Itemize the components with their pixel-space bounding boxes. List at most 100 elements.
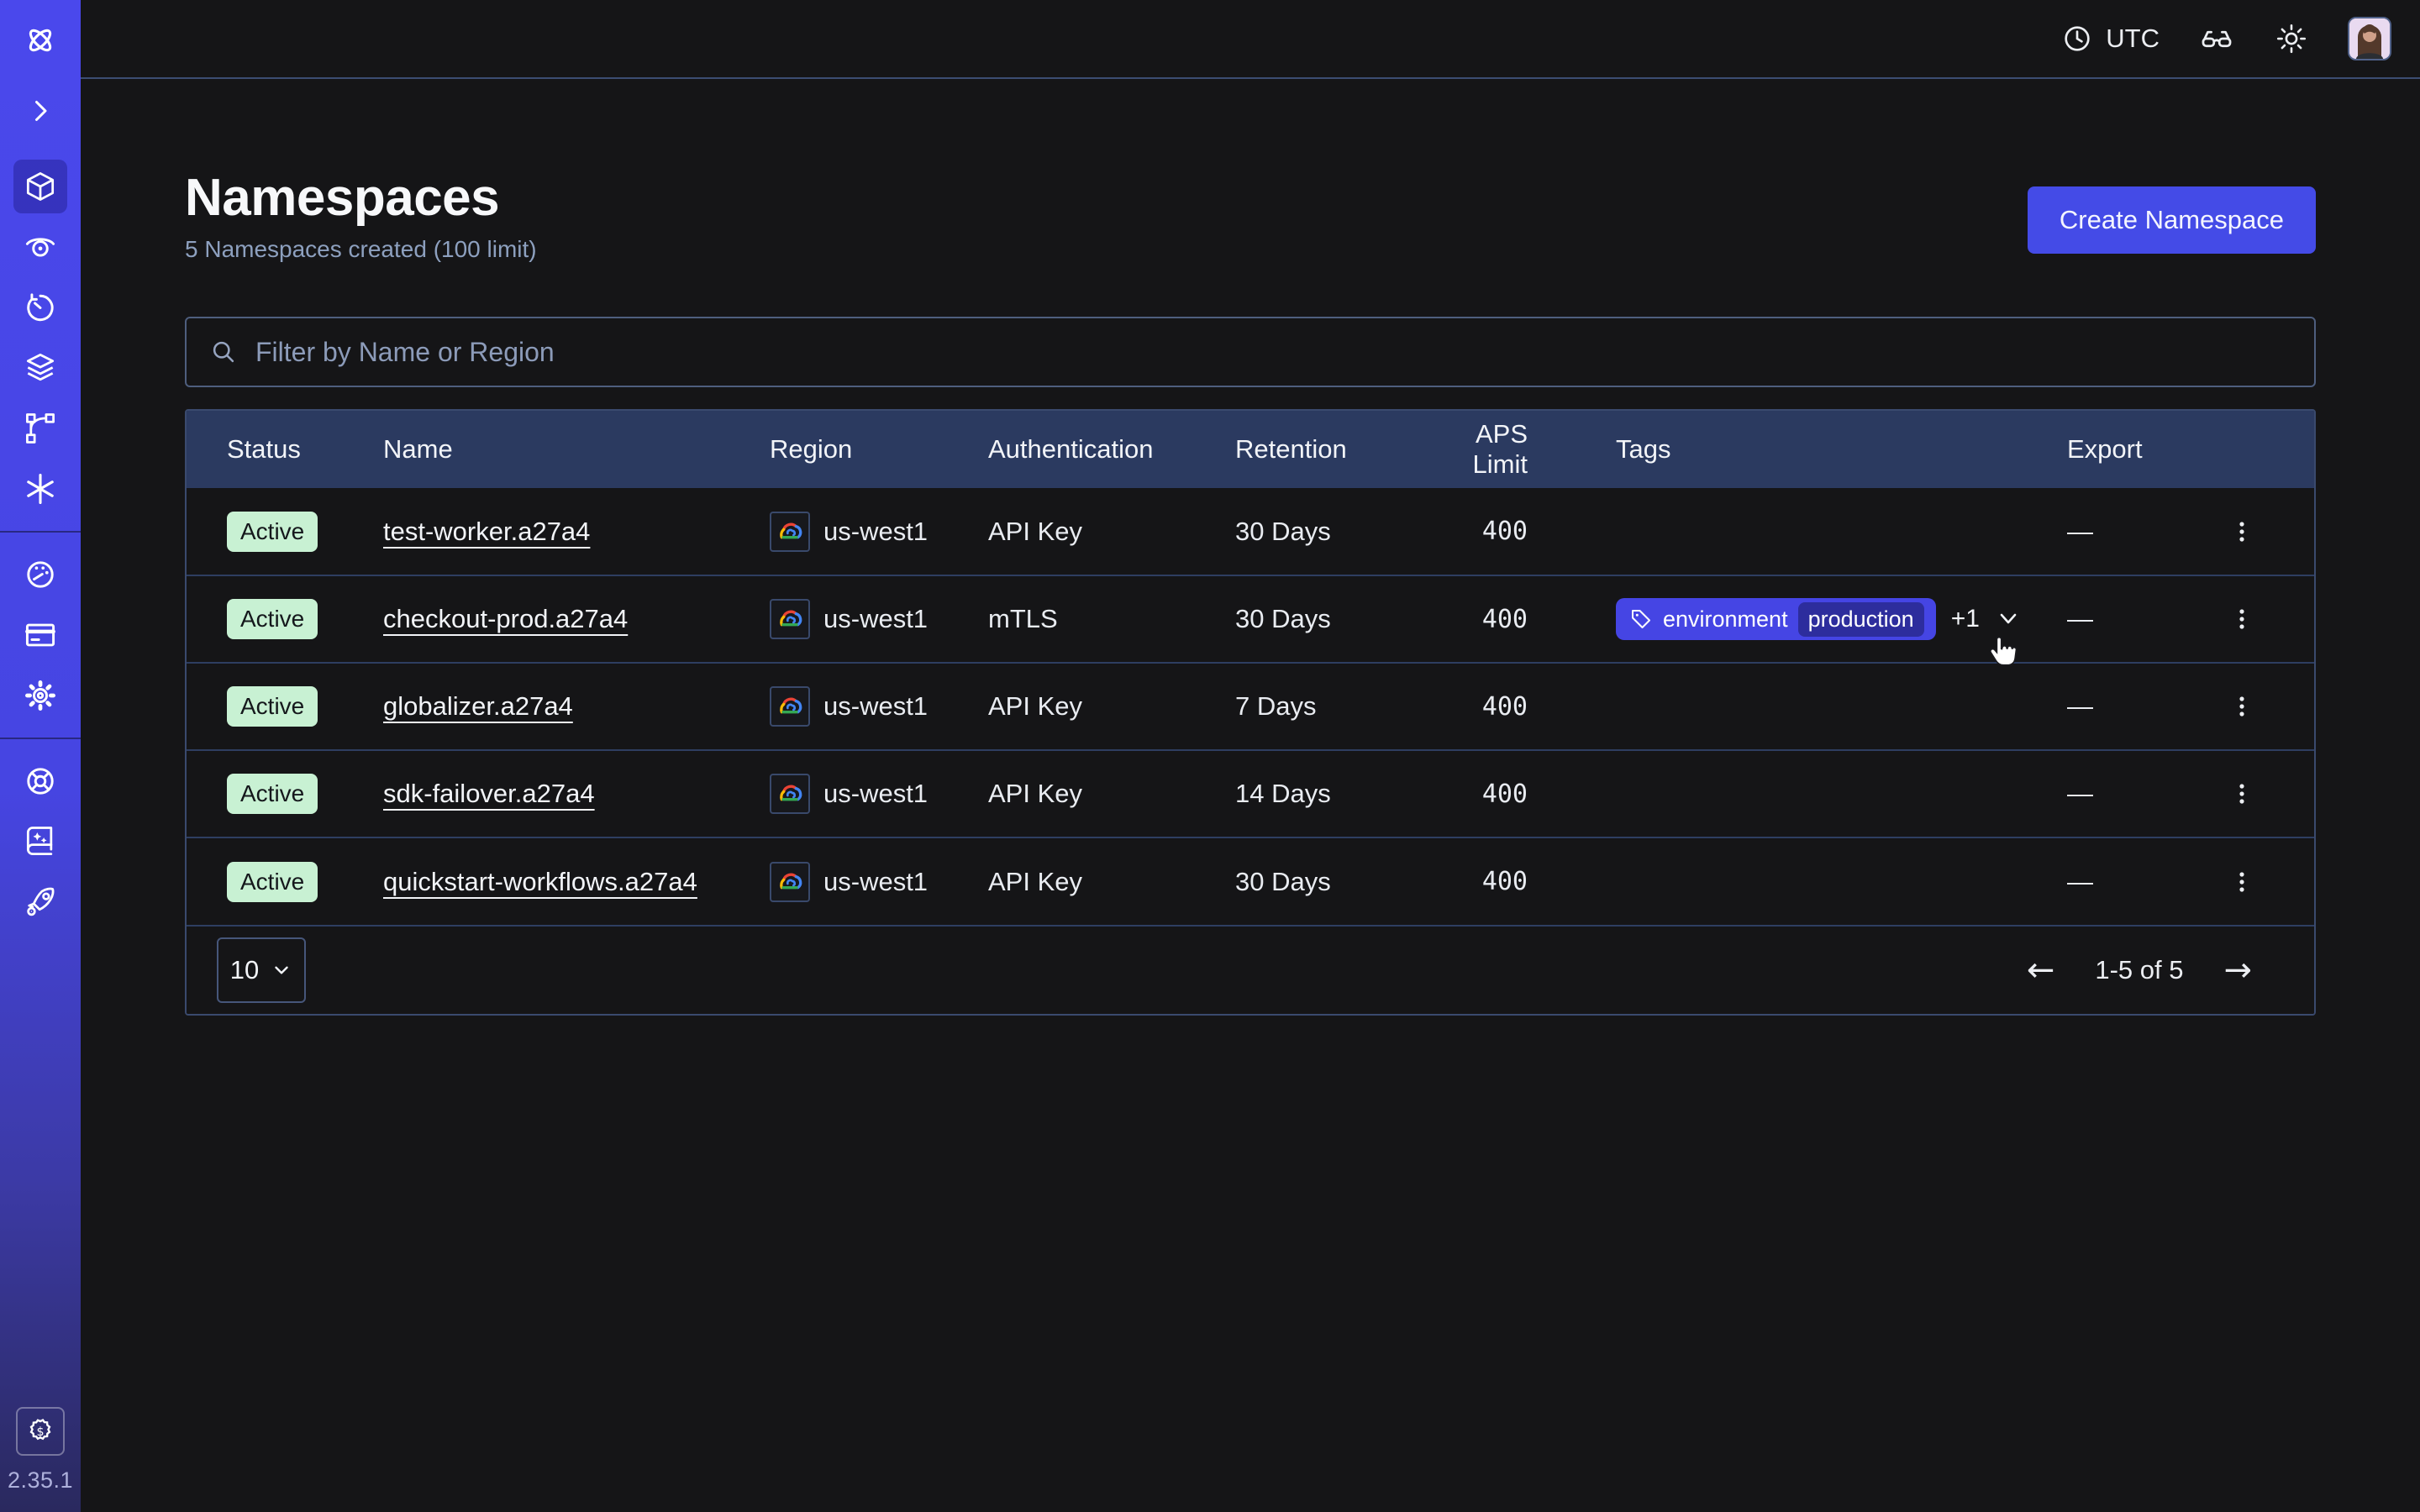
create-namespace-button[interactable]: Create Namespace bbox=[2028, 186, 2316, 254]
export-value: — bbox=[2067, 779, 2093, 808]
sidebar-item-workflows[interactable] bbox=[0, 398, 81, 459]
kebab-icon bbox=[2229, 519, 2254, 544]
region-label: us-west1 bbox=[823, 604, 928, 634]
gcp-logo-icon bbox=[770, 512, 810, 552]
aps-limit-cell: 400 bbox=[1418, 663, 1536, 750]
column-name: Name bbox=[373, 411, 760, 488]
tag-value: production bbox=[1798, 602, 1924, 637]
temporal-logo-icon[interactable] bbox=[0, 0, 81, 81]
credits-button[interactable]: $ bbox=[16, 1407, 65, 1456]
row-menu-button[interactable] bbox=[2221, 511, 2263, 553]
clock-icon bbox=[2060, 22, 2094, 55]
table-row: Active checkout-prod.a27a4 us-west1 mT bbox=[187, 575, 2316, 663]
dollar-badge-icon: $ bbox=[25, 1416, 55, 1446]
page-size-select[interactable]: 10 bbox=[217, 937, 306, 1003]
asterisk-icon bbox=[22, 470, 59, 507]
credit-card-icon bbox=[22, 617, 59, 654]
table-row: Active globalizer.a27a4 us-west1 API K bbox=[187, 663, 2316, 750]
export-value: — bbox=[2067, 691, 2093, 721]
sidebar-item-usage[interactable] bbox=[0, 544, 81, 605]
namespace-link[interactable]: sdk-failover.a27a4 bbox=[383, 779, 595, 808]
export-cell: — bbox=[2057, 663, 2166, 750]
page-header: Namespaces 5 Namespaces created (100 lim… bbox=[185, 168, 2316, 263]
sidebar-item-docs[interactable] bbox=[0, 811, 81, 872]
column-retention: Retention bbox=[1225, 411, 1418, 488]
tag-chip[interactable]: environment production bbox=[1616, 598, 1936, 640]
theme-toggle-button[interactable] bbox=[2274, 21, 2309, 56]
sidebar-item-schedules[interactable] bbox=[0, 277, 81, 338]
status-badge: Active bbox=[227, 512, 318, 552]
page-range: 1-5 of 5 bbox=[2095, 955, 2183, 985]
lifebuoy-icon bbox=[22, 763, 59, 800]
kebab-icon bbox=[2229, 869, 2254, 895]
export-cell: — bbox=[2057, 837, 2166, 925]
region-label: us-west1 bbox=[823, 691, 928, 722]
row-menu-button[interactable] bbox=[2221, 861, 2263, 903]
aps-limit-cell: 400 bbox=[1418, 575, 1536, 663]
region-label: us-west1 bbox=[823, 517, 928, 547]
retention-cell: 14 Days bbox=[1225, 750, 1418, 837]
sidebar-item-settings[interactable] bbox=[0, 665, 81, 726]
timezone-selector[interactable]: UTC bbox=[2060, 22, 2160, 55]
retention-cell: 30 Days bbox=[1225, 488, 1418, 575]
export-cell: — bbox=[2057, 488, 2166, 575]
table-row: Active sdk-failover.a27a4 us-west1 API bbox=[187, 750, 2316, 837]
auth-cell: API Key bbox=[978, 750, 1225, 837]
sun-icon bbox=[2274, 21, 2309, 56]
gcp-logo-icon bbox=[770, 862, 810, 902]
prev-page-button[interactable]: ← bbox=[2027, 953, 2055, 987]
layers-icon bbox=[22, 349, 59, 386]
sidebar-item-support[interactable] bbox=[0, 751, 81, 811]
book-sparkle-icon bbox=[22, 823, 59, 860]
namespace-link[interactable]: test-worker.a27a4 bbox=[383, 517, 590, 546]
column-tags: Tags bbox=[1536, 411, 2057, 488]
sidebar-item-insights[interactable] bbox=[0, 217, 81, 277]
sidebar-item-billing[interactable] bbox=[0, 605, 81, 665]
expand-sidebar-button[interactable] bbox=[0, 81, 81, 141]
status-badge: Active bbox=[227, 599, 318, 639]
next-page-button[interactable]: → bbox=[2223, 953, 2252, 987]
tags-expand-button[interactable] bbox=[1995, 606, 2022, 633]
kebab-icon bbox=[2229, 781, 2254, 806]
pagination: ← 1-5 of 5 → bbox=[2027, 953, 2252, 987]
avatar[interactable] bbox=[2348, 17, 2391, 60]
active-highlight bbox=[13, 160, 67, 213]
rocket-icon bbox=[22, 884, 59, 921]
filter-input[interactable] bbox=[255, 337, 2292, 368]
status-badge: Active bbox=[227, 686, 318, 727]
feedback-button[interactable] bbox=[2198, 20, 2235, 57]
row-menu-button[interactable] bbox=[2221, 598, 2263, 640]
topbar: UTC bbox=[81, 0, 2420, 79]
gcp-logo-icon bbox=[770, 599, 810, 639]
table-row: Active test-worker.a27a4 us-west1 API bbox=[187, 488, 2316, 575]
column-status: Status bbox=[187, 411, 373, 488]
cube-icon bbox=[22, 168, 59, 205]
sidebar-item-deployments[interactable] bbox=[0, 338, 81, 398]
row-menu-button[interactable] bbox=[2221, 685, 2263, 727]
aps-limit-cell: 400 bbox=[1418, 837, 1536, 925]
sidebar-item-namespaces[interactable] bbox=[0, 156, 81, 217]
namespace-link[interactable]: quickstart-workflows.a27a4 bbox=[383, 867, 697, 896]
namespace-link[interactable]: checkout-prod.a27a4 bbox=[383, 604, 628, 633]
sidebar-item-batch[interactable] bbox=[0, 459, 81, 519]
gcp-logo-icon bbox=[770, 774, 810, 814]
kebab-icon bbox=[2229, 694, 2254, 719]
aps-limit-cell: 400 bbox=[1418, 488, 1536, 575]
row-menu-button[interactable] bbox=[2221, 773, 2263, 815]
page-title: Namespaces bbox=[185, 168, 537, 228]
search-icon bbox=[208, 337, 239, 367]
column-export: Export bbox=[2057, 411, 2166, 488]
page-size-value: 10 bbox=[230, 955, 259, 985]
export-cell: — bbox=[2057, 750, 2166, 837]
gcp-logo-icon bbox=[770, 686, 810, 727]
chevron-down-icon bbox=[271, 959, 292, 981]
auth-cell: API Key bbox=[978, 663, 1225, 750]
namespace-link[interactable]: globalizer.a27a4 bbox=[383, 691, 573, 721]
timezone-label: UTC bbox=[2106, 24, 2160, 54]
gear-icon bbox=[22, 677, 59, 714]
avatar-image bbox=[2349, 18, 2390, 59]
sidebar-item-getting-started[interactable] bbox=[0, 872, 81, 932]
namespaces-table: Status Name Region Authentication Retent… bbox=[185, 409, 2316, 1016]
tag-more-count[interactable]: +1 bbox=[1951, 605, 1980, 633]
column-authentication: Authentication bbox=[978, 411, 1225, 488]
